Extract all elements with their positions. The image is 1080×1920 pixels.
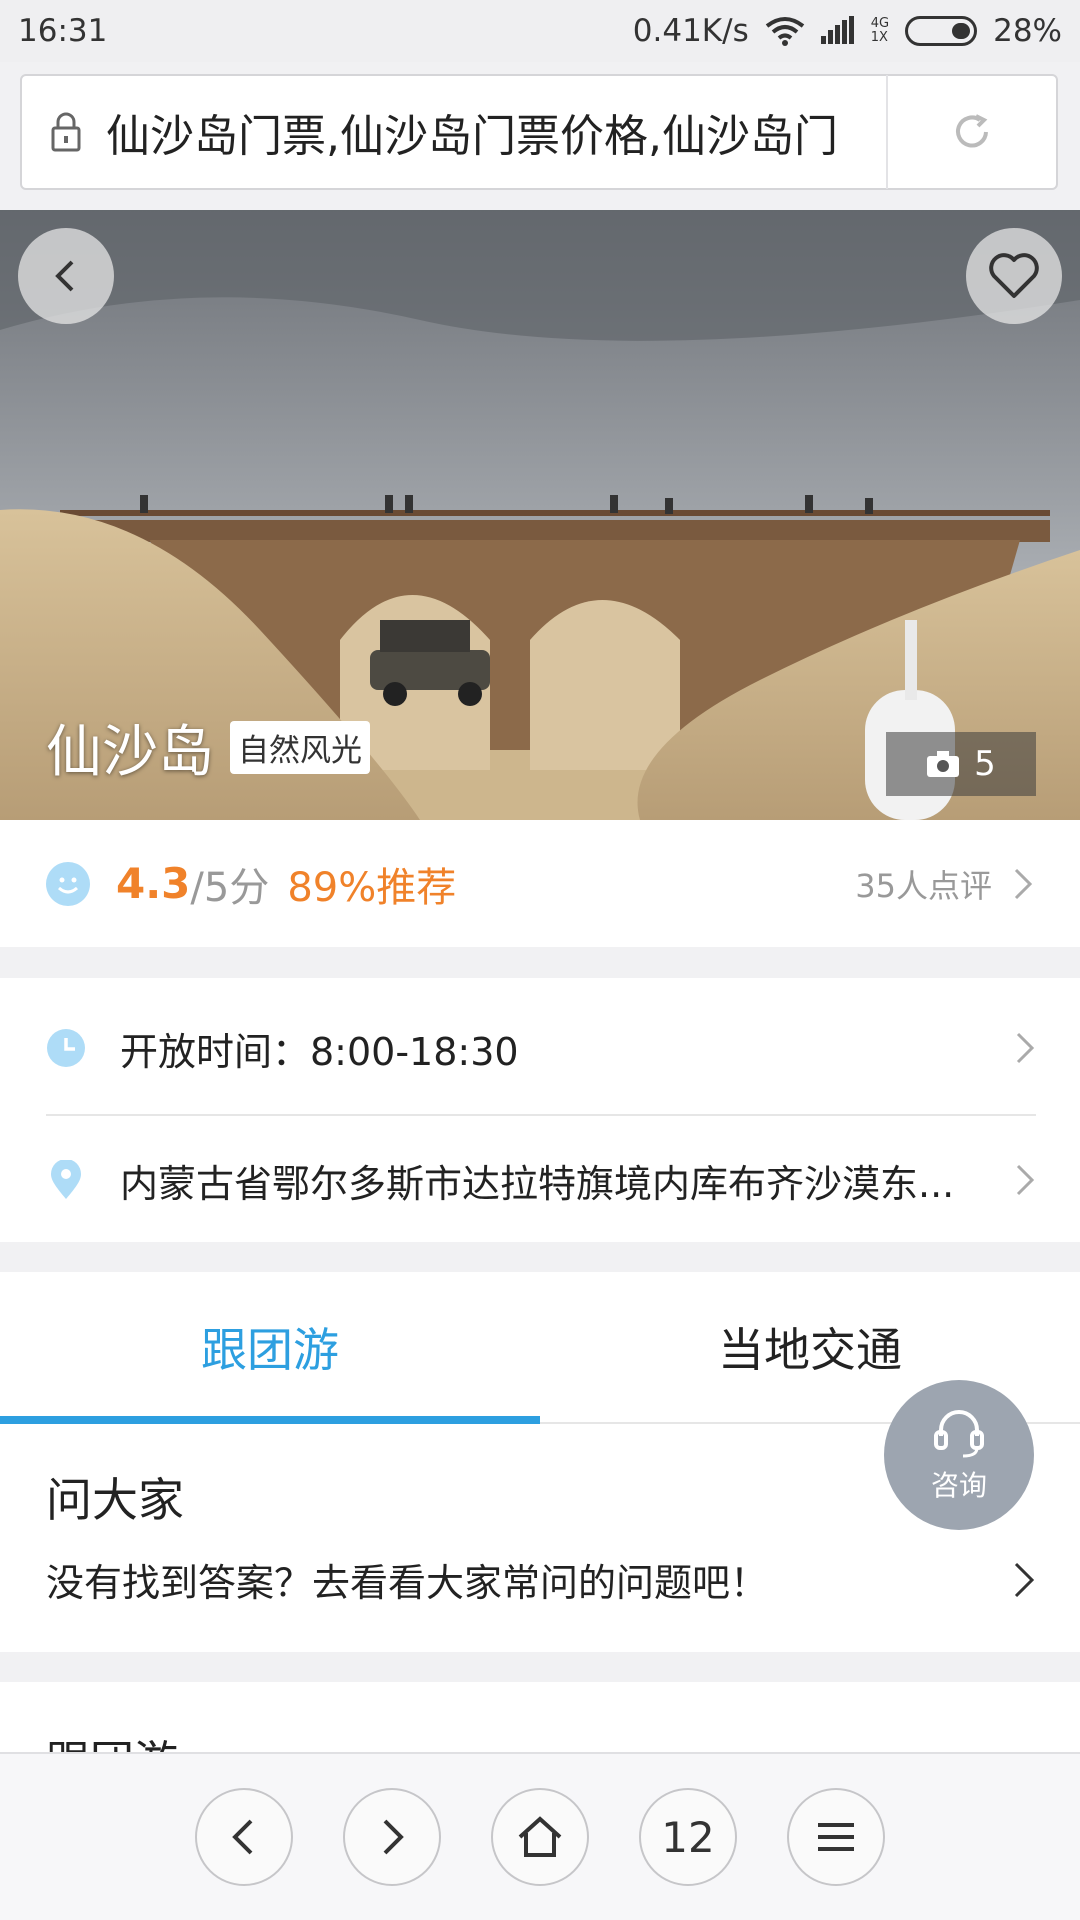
battery-percent: 28%	[993, 13, 1062, 49]
wifi-icon	[765, 17, 804, 46]
photo-count-button[interactable]: 5	[886, 732, 1036, 796]
chevron-right-icon	[1014, 868, 1033, 899]
opening-hours-row[interactable]: 开放时间：8:00-18:30	[46, 982, 1036, 1114]
rating-score: 4.3	[116, 859, 191, 908]
photo-count: 5	[974, 744, 996, 784]
faq-link[interactable]: 没有找到答案？去看看大家常问的问题吧！	[46, 1552, 1036, 1607]
browser-tabs-button[interactable]: 12	[639, 1788, 737, 1886]
info-list: 开放时间：8:00-18:30 内蒙古省鄂尔多斯市达拉特旗境内库布齐沙漠东...	[0, 978, 1080, 1242]
browser-home-button[interactable]	[491, 1788, 589, 1886]
tabs-count: 12	[661, 1812, 715, 1862]
group-tour-section: 跟团游	[0, 1682, 1080, 1752]
browser-back-button[interactable]	[195, 1788, 293, 1886]
net-speed: 0.41K/s	[632, 13, 749, 49]
smile-icon	[46, 861, 90, 906]
section-title: 问大家	[46, 1473, 184, 1527]
chevron-left-icon	[55, 260, 74, 292]
consult-label: 咨询	[930, 1469, 987, 1502]
browser-menu-button[interactable]	[787, 1788, 885, 1886]
camera-icon	[927, 751, 960, 777]
network-type: 4G 1X	[870, 16, 890, 45]
address-bar[interactable]: 仙沙岛门票,仙沙岛门票价格,仙沙岛门	[20, 74, 1058, 190]
browser-toolbar: 12	[0, 1752, 1080, 1920]
address: 内蒙古省鄂尔多斯市达拉特旗境内库布齐沙漠东...	[120, 1161, 955, 1206]
faq-link-text: 没有找到答案？去看看大家常问的问题吧！	[46, 1561, 769, 1605]
consult-button[interactable]: 咨询	[884, 1380, 1034, 1530]
reload-button[interactable]	[888, 110, 1056, 154]
favorite-button[interactable]	[966, 228, 1062, 324]
opening-hours: 开放时间：8:00-18:30	[120, 1029, 519, 1074]
category-tag: 自然风光	[230, 721, 370, 774]
rating-row[interactable]: 4.3 /5分 89%推荐 35人点评	[0, 820, 1080, 947]
chevron-right-icon	[383, 1819, 404, 1855]
chevron-left-icon	[232, 1819, 253, 1855]
status-bar: 16:31 0.41K/s 4G 1X 28%	[0, 0, 1080, 62]
chevron-right-icon	[1016, 1164, 1035, 1196]
attraction-name: 仙沙岛	[46, 720, 214, 785]
rating-scale: /5分	[190, 864, 270, 911]
battery-icon	[905, 16, 978, 46]
tab-group-tour[interactable]: 跟团游	[0, 1272, 540, 1424]
status-time: 16:31	[18, 13, 108, 49]
attraction-title: 仙沙岛 自然风光	[46, 707, 370, 788]
location-pin-icon	[51, 1160, 81, 1199]
address-row[interactable]: 内蒙古省鄂尔多斯市达拉特旗境内库布齐沙漠东...	[46, 1114, 1036, 1246]
browser-forward-button[interactable]	[343, 1788, 441, 1886]
menu-icon	[818, 1823, 854, 1851]
recommend-rate: 89%推荐	[287, 864, 457, 911]
chevron-right-icon	[1016, 1032, 1035, 1064]
hero-image[interactable]: 仙沙岛 自然风光 5	[0, 210, 1080, 820]
heart-icon	[989, 253, 1039, 298]
review-count[interactable]: 35人点评	[855, 861, 992, 907]
section-title: 跟团游	[46, 1726, 178, 1752]
lock-icon	[51, 112, 81, 152]
signal-icon	[820, 16, 854, 44]
url-text[interactable]: 仙沙岛门票,仙沙岛门票价格,仙沙岛门	[86, 100, 886, 164]
reload-icon	[956, 114, 988, 148]
clock-icon	[47, 1029, 85, 1067]
headset-icon	[934, 1410, 984, 1458]
back-button[interactable]	[18, 228, 114, 324]
home-icon	[518, 1816, 562, 1857]
chevron-right-icon	[1014, 1562, 1035, 1597]
